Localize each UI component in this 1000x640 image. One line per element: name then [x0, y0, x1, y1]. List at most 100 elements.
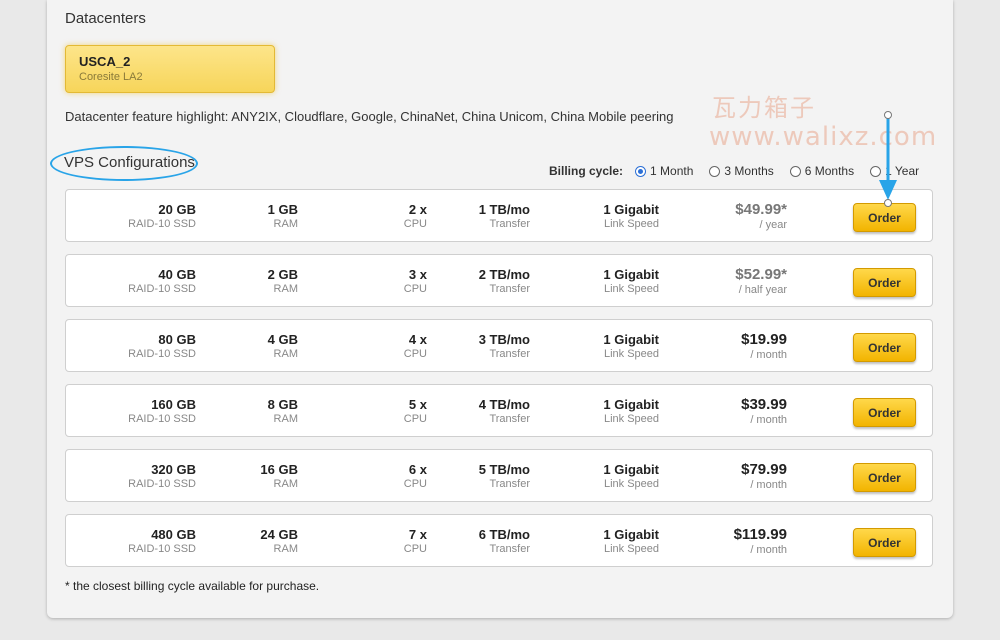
- link-speed-cell: 1 Gigabit Link Speed: [539, 332, 659, 362]
- plan-row: 320 GB RAID-10 SSD 16 GB RAM 6 x CPU 5 T…: [65, 449, 933, 502]
- cpu-cell: 3 x CPU: [307, 267, 427, 297]
- transfer-amount: 1 TB/mo: [478, 202, 530, 217]
- transfer-cell: 4 TB/mo Transfer: [410, 397, 530, 427]
- radio-icon[interactable]: [789, 165, 801, 177]
- transfer-label: Transfer: [489, 218, 530, 230]
- cpu-label: CPU: [403, 478, 427, 490]
- ram-cell: 4 GB RAM: [178, 332, 298, 362]
- price-cell: $19.99 / month: [667, 332, 787, 363]
- price-cell: $79.99 / month: [667, 462, 787, 493]
- plan-row: 20 GB RAID-10 SSD 1 GB RAM 2 x CPU 1 TB/…: [65, 189, 933, 242]
- billing-period: / half year: [738, 284, 787, 296]
- price-cell: $39.99 / month: [667, 397, 787, 428]
- billing-option-label: 1 Year: [885, 164, 920, 178]
- ram-label: RAM: [273, 348, 298, 360]
- price: $19.99: [741, 331, 787, 348]
- ram-label: RAM: [273, 543, 298, 555]
- ram-cell: 24 GB RAM: [178, 527, 298, 557]
- transfer-label: Transfer: [489, 283, 530, 295]
- plan-row: 160 GB RAID-10 SSD 8 GB RAM 5 x CPU 4 TB…: [65, 384, 933, 437]
- radio-icon[interactable]: [870, 165, 882, 177]
- price-cell: $49.99* / year: [667, 202, 787, 233]
- link-speed-label: Link Speed: [603, 413, 659, 425]
- datacenter-subtitle: Coresite LA2: [79, 71, 143, 83]
- transfer-amount: 2 TB/mo: [478, 267, 530, 282]
- link-speed-cell: 1 Gigabit Link Speed: [539, 462, 659, 492]
- price: $49.99*: [735, 201, 787, 218]
- link-speed-label: Link Speed: [603, 283, 659, 295]
- plan-row: 80 GB RAID-10 SSD 4 GB RAM 4 x CPU 3 TB/…: [65, 319, 933, 372]
- ram-size: 2 GB: [267, 267, 298, 282]
- billing-cycle-selector: Billing cycle: 1 Month 3 Months 6 Months…: [549, 164, 935, 178]
- billing-option-label: 3 Months: [724, 164, 774, 178]
- billing-option-label: 1 Month: [650, 164, 694, 178]
- price-cell: $52.99* / half year: [667, 267, 787, 298]
- billing-option-3-months[interactable]: 3 Months: [709, 164, 774, 178]
- billing-option-1-month[interactable]: 1 Month: [635, 164, 693, 178]
- transfer-amount: 5 TB/mo: [478, 462, 530, 477]
- order-button[interactable]: Order: [853, 203, 916, 232]
- price: $79.99: [741, 461, 787, 478]
- order-button[interactable]: Order: [853, 398, 916, 427]
- vps-configurations-title: VPS Configurations: [64, 154, 195, 171]
- datacenter-card-usca2[interactable]: USCA_2 Coresite LA2: [65, 45, 275, 93]
- price: $119.99: [733, 526, 787, 543]
- order-button[interactable]: Order: [853, 268, 916, 297]
- order-button[interactable]: Order: [853, 333, 916, 362]
- billing-option-label: 6 Months: [804, 164, 855, 178]
- datacenters-title: Datacenters: [65, 10, 146, 27]
- transfer-amount: 3 TB/mo: [478, 332, 530, 347]
- main-panel: Datacenters USCA_2 Coresite LA2 Datacent…: [47, 0, 953, 618]
- link-speed: 1 Gigabit: [603, 202, 659, 217]
- cpu-count: 4 x: [408, 332, 427, 347]
- cpu-count: 7 x: [408, 527, 427, 542]
- link-speed-cell: 1 Gigabit Link Speed: [539, 267, 659, 297]
- ram-label: RAM: [273, 283, 298, 295]
- transfer-label: Transfer: [489, 348, 530, 360]
- link-speed-cell: 1 Gigabit Link Speed: [539, 527, 659, 557]
- cpu-label: CPU: [403, 218, 427, 230]
- price: $52.99*: [735, 266, 787, 283]
- cpu-cell: 4 x CPU: [307, 332, 427, 362]
- plan-row: 480 GB RAID-10 SSD 24 GB RAM 7 x CPU 6 T…: [65, 514, 933, 567]
- plan-row: 40 GB RAID-10 SSD 2 GB RAM 3 x CPU 2 TB/…: [65, 254, 933, 307]
- ram-size: 4 GB: [267, 332, 298, 347]
- link-speed-label: Link Speed: [603, 218, 659, 230]
- cpu-count: 6 x: [408, 462, 427, 477]
- link-speed: 1 Gigabit: [603, 267, 659, 282]
- cpu-label: CPU: [403, 348, 427, 360]
- billing-period: / year: [759, 219, 787, 231]
- link-speed: 1 Gigabit: [603, 332, 659, 347]
- link-speed: 1 Gigabit: [603, 527, 659, 542]
- link-speed-label: Link Speed: [603, 348, 659, 360]
- ram-label: RAM: [273, 218, 298, 230]
- billing-period: / month: [750, 479, 787, 491]
- ram-size: 24 GB: [260, 527, 298, 542]
- cpu-count: 3 x: [408, 267, 427, 282]
- watermark-url: www.walixz.com: [709, 122, 938, 152]
- billing-cycle-label: Billing cycle:: [549, 164, 624, 178]
- radio-checked-icon[interactable]: [635, 165, 647, 177]
- watermark-chinese: 瓦力箱子: [712, 94, 816, 122]
- cpu-cell: 2 x CPU: [307, 202, 427, 232]
- radio-icon[interactable]: [709, 165, 721, 177]
- transfer-cell: 2 TB/mo Transfer: [410, 267, 530, 297]
- ram-label: RAM: [273, 413, 298, 425]
- transfer-cell: 5 TB/mo Transfer: [410, 462, 530, 492]
- transfer-label: Transfer: [489, 478, 530, 490]
- cpu-cell: 6 x CPU: [307, 462, 427, 492]
- order-button[interactable]: Order: [853, 528, 916, 557]
- transfer-amount: 6 TB/mo: [478, 527, 530, 542]
- cpu-cell: 5 x CPU: [307, 397, 427, 427]
- order-button[interactable]: Order: [853, 463, 916, 492]
- billing-option-6-months[interactable]: 6 Months: [789, 164, 855, 178]
- transfer-cell: 3 TB/mo Transfer: [410, 332, 530, 362]
- cpu-label: CPU: [403, 413, 427, 425]
- ram-size: 16 GB: [260, 462, 298, 477]
- transfer-cell: 6 TB/mo Transfer: [410, 527, 530, 557]
- ram-size: 8 GB: [267, 397, 298, 412]
- plan-list: 20 GB RAID-10 SSD 1 GB RAM 2 x CPU 1 TB/…: [65, 189, 935, 579]
- billing-option-1-year[interactable]: 1 Year: [870, 164, 919, 178]
- link-speed-cell: 1 Gigabit Link Speed: [539, 202, 659, 232]
- ram-cell: 1 GB RAM: [178, 202, 298, 232]
